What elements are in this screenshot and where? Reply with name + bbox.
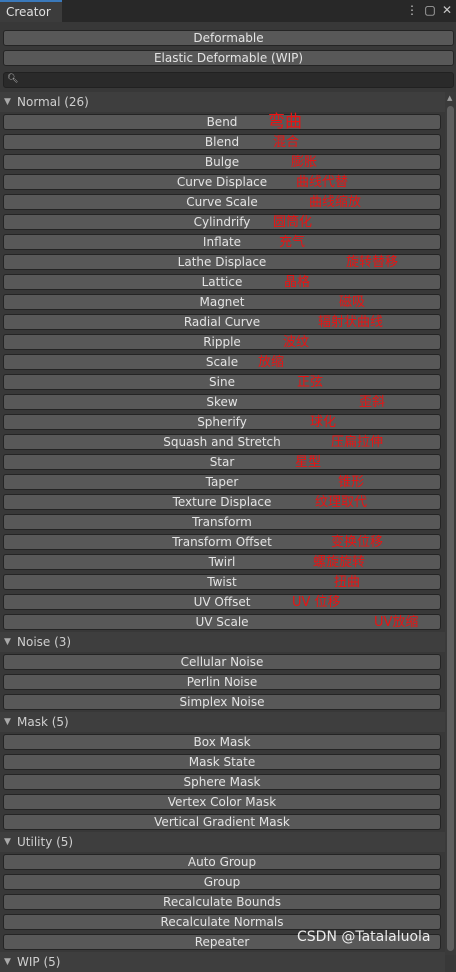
annotation-note: 旋转替移 <box>346 255 399 270</box>
modifier-button[interactable]: Blend <box>3 134 441 150</box>
annotation-note: 磁吸 <box>339 295 366 310</box>
modifier-button[interactable]: Bulge <box>3 154 441 170</box>
modifier-button[interactable]: Vertical Gradient Mask <box>3 814 441 830</box>
annotation-note: 星型 <box>295 455 322 470</box>
tab-creator[interactable]: Creator <box>0 0 62 22</box>
category-header[interactable]: ▼ WIP (5) <box>0 952 445 972</box>
modifier-button[interactable]: Perlin Noise <box>3 674 441 690</box>
annotation-note: 辐射状曲线 <box>318 315 384 330</box>
expand-arrow-icon[interactable]: ▼ <box>4 832 11 852</box>
annotation-note: 球化 <box>310 415 337 430</box>
elastic-deformable-button[interactable]: Elastic Deformable (WIP) <box>3 50 454 66</box>
annotation-note: 晶格 <box>284 275 311 290</box>
category-label: WIP (5) <box>17 955 61 969</box>
annotation-note: 锥形 <box>338 475 365 490</box>
category-header[interactable]: ▼ Normal (26) <box>0 92 445 112</box>
modifier-button[interactable]: Sine <box>3 374 441 390</box>
modifier-button[interactable]: Cylindrify <box>3 214 441 230</box>
modifier-button[interactable]: Lattice <box>3 274 441 290</box>
modifier-button[interactable]: Star <box>3 454 441 470</box>
close-icon[interactable]: ✕ <box>440 3 454 17</box>
expand-arrow-icon[interactable]: ▼ <box>4 92 11 112</box>
modifier-button[interactable]: Taper <box>3 474 441 490</box>
annotation-note: 歪斜 <box>359 395 386 410</box>
category-header[interactable]: ▼ Utility (5) <box>0 832 445 852</box>
scroll-up-icon[interactable]: ▲ <box>447 94 452 102</box>
modifier-button[interactable]: UV Offset <box>3 594 441 610</box>
search-icon: 🔍︎ <box>7 74 19 84</box>
annotation-note: 曲线缩放 <box>309 195 362 210</box>
annotation-note: 曲线代替 <box>296 175 349 190</box>
annotation-note: 圆筒化 <box>273 215 313 230</box>
category-header[interactable]: ▼ Noise (3) <box>0 632 445 652</box>
expand-arrow-icon[interactable]: ▼ <box>4 712 11 732</box>
annotation-note: 正弦 <box>297 375 324 390</box>
category-label: Utility (5) <box>17 835 74 849</box>
window-titlebar: Creator ⋮ ▢ ✕ <box>0 0 456 22</box>
category-label: Normal (26) <box>17 95 89 109</box>
maximize-icon[interactable]: ▢ <box>423 3 437 17</box>
more-vertical-icon[interactable]: ⋮ <box>405 3 419 17</box>
search-input[interactable]: 🔍︎ <box>3 72 454 88</box>
category-header[interactable]: ▼ Mask (5) <box>0 712 445 732</box>
modifier-button[interactable]: Cellular Noise <box>3 654 441 670</box>
annotation-note: 充气 <box>279 235 306 250</box>
modifier-button[interactable]: Inflate <box>3 234 441 250</box>
modifier-button[interactable]: Vertex Color Mask <box>3 794 441 810</box>
annotation-note: 螺旋旋转 <box>313 555 366 570</box>
annotation-note: 混合 <box>273 135 300 150</box>
modifier-button[interactable]: Magnet <box>3 294 441 310</box>
annotation-note: 膨胀 <box>291 155 318 170</box>
modifier-button[interactable]: Mask State <box>3 754 441 770</box>
modifier-button[interactable]: Recalculate Normals <box>3 914 441 930</box>
modifier-button[interactable]: Curve Displace <box>3 174 441 190</box>
modifier-button[interactable]: Texture Displace <box>3 494 441 510</box>
category-label: Mask (5) <box>17 715 69 729</box>
annotation-note: UV 位移 <box>292 595 341 610</box>
modifier-button[interactable]: Transform <box>3 514 441 530</box>
expand-arrow-icon[interactable]: ▼ <box>4 952 11 972</box>
annotation-note: 放缩 <box>258 355 285 370</box>
modifier-button[interactable]: Box Mask <box>3 734 441 750</box>
modifier-button[interactable]: Ripple <box>3 334 441 350</box>
modifier-button[interactable]: Bend <box>3 114 441 130</box>
modifier-button[interactable]: Curve Scale <box>3 194 441 210</box>
modifier-button[interactable]: Twist <box>3 574 441 590</box>
annotation-note: 弯曲 <box>268 112 302 132</box>
annotation-note: 压扁拉伸 <box>331 435 384 450</box>
modifier-button[interactable]: Twirl <box>3 554 441 570</box>
modifier-button[interactable]: Scale <box>3 354 441 370</box>
annotation-note: 扭曲 <box>334 575 361 590</box>
annotation-note: 波纹 <box>283 335 310 350</box>
modifier-button[interactable]: Group <box>3 874 441 890</box>
scrollbar-thumb[interactable] <box>447 106 454 951</box>
category-label: Noise (3) <box>17 635 72 649</box>
modifier-button[interactable]: Spherify <box>3 414 441 430</box>
watermark: CSDN @Tatalaluola <box>297 929 431 945</box>
expand-arrow-icon[interactable]: ▼ <box>4 632 11 652</box>
annotation-note: UV放缩 <box>374 615 419 630</box>
annotation-note: 纹理取代 <box>315 495 368 510</box>
vertical-scrollbar[interactable]: ▲ <box>445 92 456 955</box>
modifier-button[interactable]: Auto Group <box>3 854 441 870</box>
modifier-button[interactable]: Simplex Noise <box>3 694 441 710</box>
modifier-button[interactable]: Sphere Mask <box>3 774 441 790</box>
modifier-button[interactable]: Recalculate Bounds <box>3 894 441 910</box>
annotation-note: 变换位移 <box>331 535 384 550</box>
deformable-button[interactable]: Deformable <box>3 30 454 46</box>
